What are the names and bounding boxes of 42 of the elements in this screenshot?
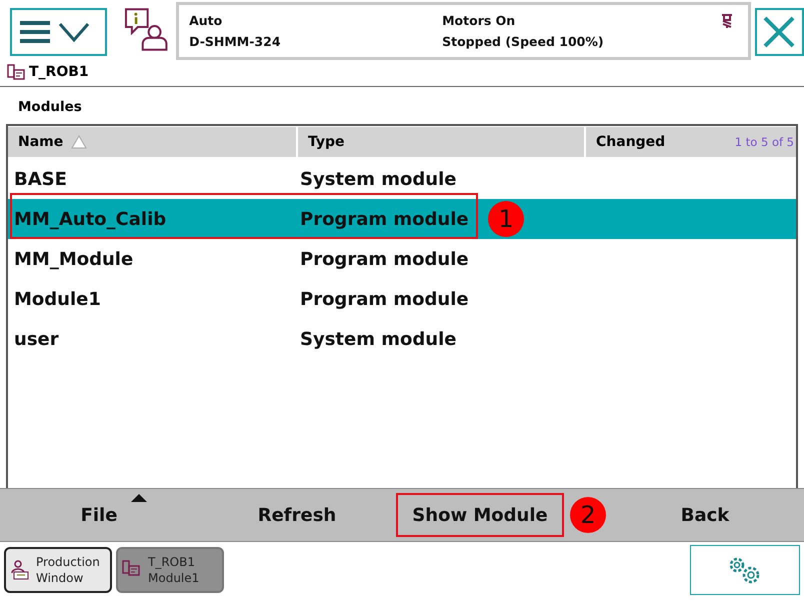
- section-title: Modules: [17, 98, 83, 117]
- taskbar-button[interactable]: T_ROB1 Module1: [116, 547, 224, 593]
- status-panel[interactable]: Auto D-SHMM-324 Motors On Stopped (Speed 100%): [176, 2, 751, 60]
- column-header[interactable]: Changed 1 to 5 of 5: [586, 127, 796, 157]
- table-row[interactable]: BASE System module: [8, 159, 796, 199]
- table-cell-text: BASE: [13, 168, 68, 190]
- menu-up-icon: [130, 493, 148, 503]
- toolbar-button[interactable]: Refresh: [250, 493, 344, 537]
- column-header[interactable]: Type: [298, 127, 586, 157]
- motors-status: Motors On: [442, 13, 516, 28]
- table-cell-text: MM_Auto_Calib: [13, 208, 168, 230]
- toolbar-button[interactable]: Back: [672, 493, 738, 537]
- table-cell-text: Program module: [299, 208, 469, 230]
- close-button[interactable]: [754, 8, 804, 56]
- table-cell-text: Module1: [13, 288, 102, 310]
- table-cell-text: System module: [299, 328, 456, 350]
- quickset-button[interactable]: [690, 545, 800, 595]
- table-cell-text: System module: [299, 168, 456, 190]
- table-cell-text: Program module: [299, 288, 469, 310]
- table-row[interactable]: Module1 Program module: [8, 279, 796, 319]
- mode-text: Auto: [189, 13, 224, 28]
- annotation-number: 2: [570, 497, 606, 533]
- operator-icon: [10, 560, 30, 580]
- table-cell-text: MM_Module: [13, 248, 134, 270]
- taskbar-button[interactable]: Production Window: [4, 547, 112, 593]
- run-state: Stopped (Speed 100%): [442, 34, 605, 49]
- menu-button[interactable]: File: [72, 493, 126, 537]
- table-row[interactable]: MM_Module Program module: [8, 239, 796, 279]
- task-name: T_ROB1: [29, 64, 89, 80]
- menu-button[interactable]: [10, 8, 107, 56]
- robot-icon: [720, 13, 734, 29]
- row-count: 1 to 5 of 5: [734, 135, 794, 149]
- toolbar-button[interactable]: Show Module: [396, 493, 564, 537]
- close-icon: [761, 14, 798, 50]
- table-cell-text: Program module: [299, 248, 469, 270]
- table-cell-text: user: [13, 328, 60, 350]
- table-row[interactable]: user System module: [8, 319, 796, 359]
- event-log-icon[interactable]: [122, 6, 168, 52]
- sort-icon: [71, 135, 88, 149]
- program-icon: [7, 64, 25, 80]
- column-header[interactable]: Name: [8, 127, 298, 157]
- controller-name: D-SHMM-324: [189, 34, 282, 49]
